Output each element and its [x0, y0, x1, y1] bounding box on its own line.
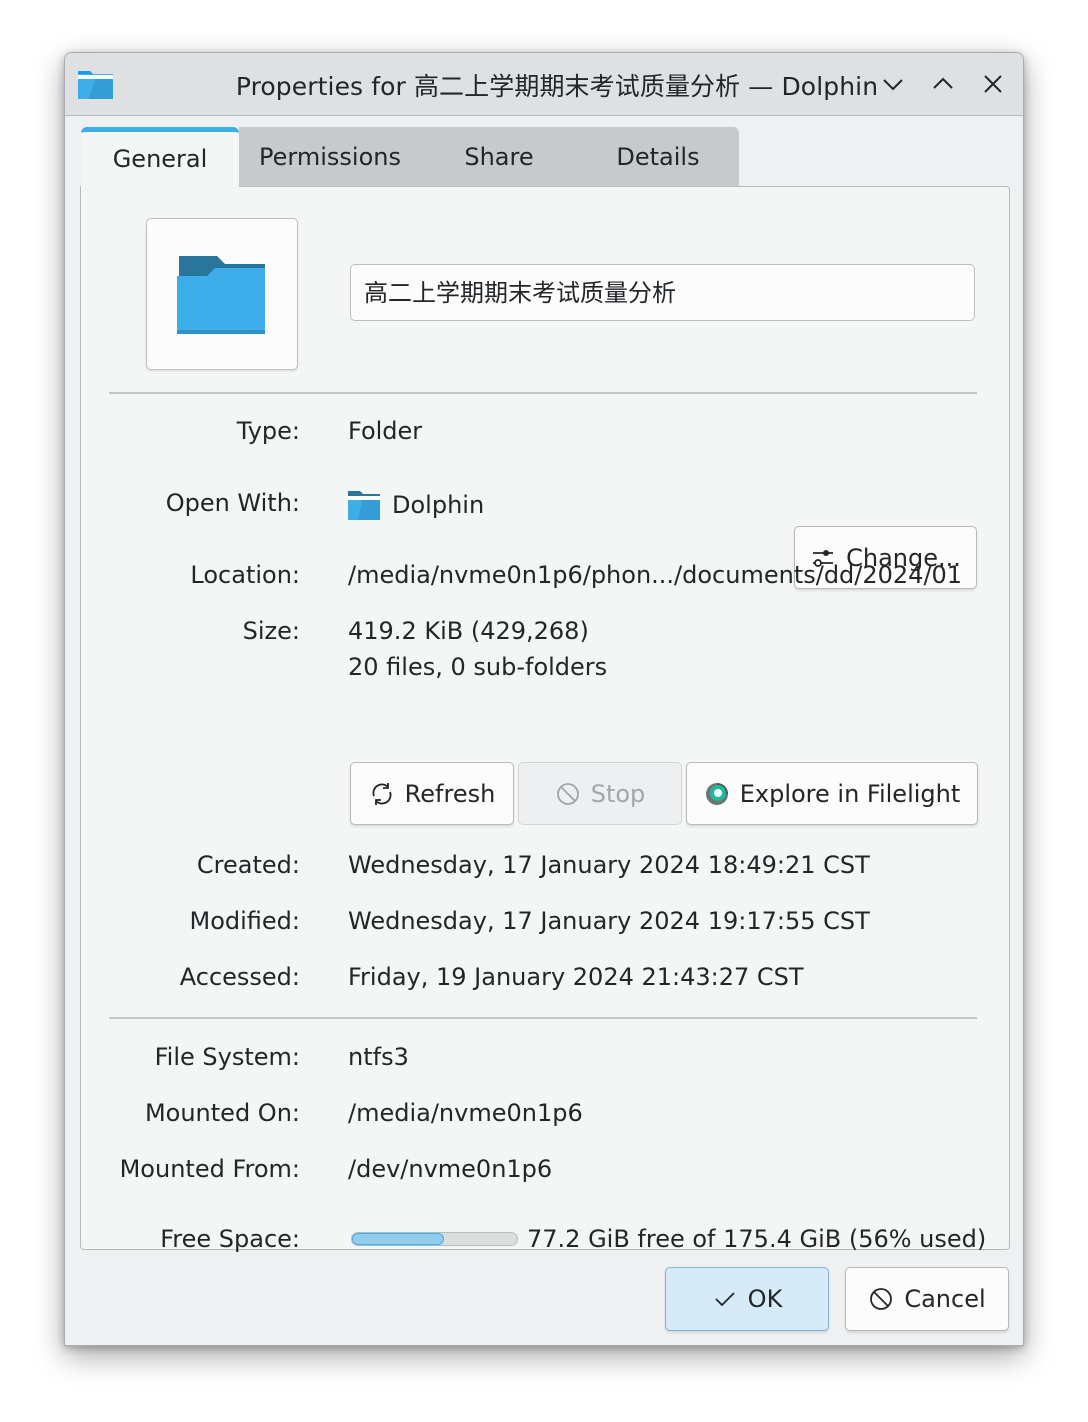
cancel-button[interactable]: Cancel: [845, 1267, 1009, 1331]
minimize-button[interactable]: [876, 67, 910, 101]
refresh-icon: [372, 782, 392, 805]
chevron-up-icon: [933, 77, 953, 89]
open-with-label: Open With:: [165, 489, 300, 517]
open-with-value: Dolphin: [348, 489, 484, 521]
tab-share[interactable]: Share: [421, 127, 577, 187]
tab-general[interactable]: General: [81, 127, 239, 187]
disk-usage-bar: [351, 1232, 518, 1246]
checkmark-icon: [715, 1292, 735, 1307]
cancel-button-label: Cancel: [904, 1285, 986, 1313]
size-value: 419.2 KiB (429,268): [348, 617, 589, 645]
close-button[interactable]: [976, 67, 1010, 101]
refresh-button[interactable]: Refresh: [350, 762, 514, 825]
ok-button-label: OK: [747, 1285, 783, 1313]
location-value: /media/nvme0n1p6/phon.../documents/dd/20…: [348, 561, 963, 589]
mounted-on-label: Mounted On:: [144, 1099, 300, 1127]
folder-icon: [177, 256, 265, 334]
size-detail: 20 files, 0 sub-folders: [348, 653, 608, 681]
type-label: Type:: [236, 417, 300, 445]
maximize-button[interactable]: [926, 67, 960, 101]
refresh-button-label: Refresh: [404, 779, 496, 808]
created-value: Wednesday, 17 January 2024 18:49:21 CST: [348, 851, 870, 879]
tab-permissions[interactable]: Permissions: [239, 127, 421, 187]
accessed-label: Accessed:: [179, 963, 300, 991]
cancel-icon: [870, 1288, 893, 1310]
filesystem-value: ntfs3: [348, 1043, 409, 1071]
name-input[interactable]: 高二上学期期末考试质量分析: [350, 264, 975, 321]
mounted-on-value: /media/nvme0n1p6: [348, 1099, 583, 1127]
dolphin-app-icon: [348, 491, 380, 520]
filesystem-label: File System:: [154, 1043, 300, 1071]
explore-in-filelight-button[interactable]: Explore in Filelight: [686, 762, 978, 825]
mounted-from-value: /dev/nvme0n1p6: [348, 1155, 553, 1183]
modified-value: Wednesday, 17 January 2024 19:17:55 CST: [348, 907, 870, 935]
location-label: Location:: [190, 561, 300, 589]
stop-button[interactable]: Stop: [518, 762, 682, 825]
stop-icon: [556, 782, 579, 805]
stop-button-label: Stop: [590, 779, 646, 808]
disk-usage-bar-fill: [352, 1233, 445, 1245]
filelight-icon: [705, 782, 728, 805]
size-label: Size:: [242, 617, 300, 645]
free-space-value: 77.2 GiB free of 175.4 GiB (56% used): [527, 1225, 987, 1253]
accessed-value: Friday, 19 January 2024 21:43:27 CST: [348, 963, 804, 991]
properties-dialog: Properties for 高二上学期期末考试质量分析 — Dolphin G…: [64, 52, 1024, 1346]
open-with-app-name: Dolphin: [392, 491, 485, 519]
tab-details[interactable]: Details: [577, 127, 739, 187]
ok-button[interactable]: OK: [665, 1267, 829, 1331]
free-space-label: Free Space:: [160, 1225, 300, 1253]
close-icon: [984, 75, 1002, 93]
chevron-down-icon: [883, 79, 903, 91]
separator: [109, 1017, 977, 1019]
separator: [109, 392, 977, 394]
filelight-button-label: Explore in Filelight: [739, 779, 961, 808]
modified-label: Modified:: [189, 907, 301, 935]
created-label: Created:: [196, 851, 300, 879]
folder-icon-button[interactable]: [146, 218, 298, 370]
title-bar[interactable]: Properties for 高二上学期期末考试质量分析 — Dolphin: [65, 53, 1023, 116]
mounted-from-label: Mounted From:: [119, 1155, 300, 1183]
type-value: Folder: [348, 417, 423, 445]
general-panel: 高二上学期期末考试质量分析 Type: Folder Open With: Do…: [80, 186, 1010, 1253]
